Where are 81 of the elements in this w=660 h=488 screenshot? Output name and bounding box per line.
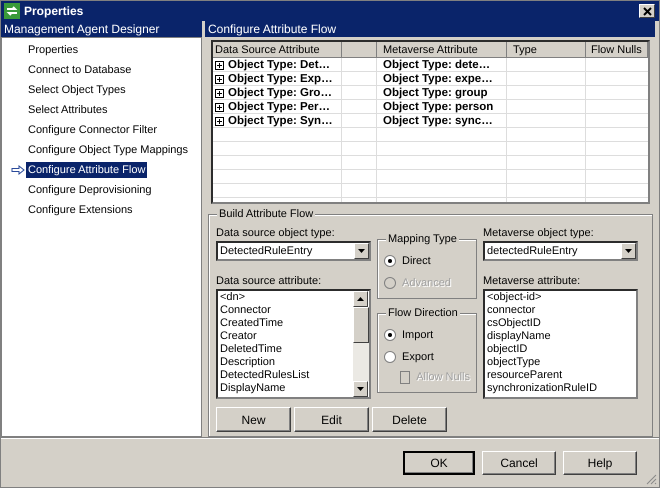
list-item[interactable]: Description — [220, 356, 353, 369]
close-button[interactable] — [639, 4, 655, 18]
radio-label: Export — [402, 351, 434, 363]
radio-button[interactable] — [384, 329, 396, 341]
nav-item[interactable]: Select Object Types — [26, 82, 128, 98]
expand-icon[interactable] — [215, 60, 224, 70]
list-item[interactable]: <object-id> — [487, 291, 636, 304]
table-cell: Object Type: group — [383, 87, 488, 99]
dialog-button[interactable]: Help — [563, 450, 637, 474]
nav-item[interactable]: Configure Deprovisioning — [26, 182, 154, 198]
window-title: Properties — [24, 4, 84, 18]
list-item[interactable]: objectType — [487, 356, 636, 369]
list-item[interactable]: DisplayName — [220, 382, 353, 395]
column-header[interactable]: Type — [507, 42, 586, 58]
table-cell: Object Type: sync… — [383, 115, 493, 127]
action-button[interactable]: Edit — [294, 407, 369, 432]
resize-grip-icon — [646, 474, 657, 485]
list-item[interactable]: CreatedTime — [220, 317, 353, 330]
table-cell: Object Type: Per… — [228, 101, 330, 113]
field-label: Metaverse attribute: — [483, 275, 582, 289]
dropdown-arrow-icon — [357, 387, 364, 391]
list-item[interactable]: DeletedTime — [220, 343, 353, 356]
nav-item[interactable]: Configure Attribute Flow — [26, 162, 148, 178]
panel-header: Configure Attribute Flow — [205, 21, 655, 37]
source-attribute-list[interactable]: <dn> Connector CreatedTime Creator DeletedTime Description DetectedRulesList DisplayName — [216, 289, 371, 399]
list-item[interactable]: objectID — [487, 343, 636, 356]
table-cell: Object Type: person — [383, 101, 494, 113]
expand-icon[interactable] — [215, 102, 224, 112]
list-item[interactable]: csObjectID — [487, 317, 636, 330]
column-header[interactable]: Metaverse Attribute — [377, 42, 507, 58]
arrow-icon — [11, 165, 25, 175]
dialog-button[interactable]: OK — [403, 450, 475, 474]
close-icon — [642, 6, 652, 16]
table-cell: Object Type: Syn… — [228, 115, 333, 127]
list-item[interactable]: displayName — [487, 330, 636, 343]
nav-item[interactable]: Connect to Database — [26, 62, 134, 78]
group-title: Mapping Type — [386, 233, 459, 245]
sidebar-header: Management Agent Designer — [1, 21, 202, 37]
list-item[interactable]: DetectedRulesList — [220, 369, 353, 382]
nav-item[interactable]: Configure Object Type Mappings — [26, 142, 190, 158]
expand-icon[interactable] — [215, 88, 224, 98]
radio-button[interactable] — [384, 255, 396, 267]
arrows-icon — [4, 3, 20, 19]
list-item[interactable]: connector — [487, 304, 636, 317]
action-button[interactable]: Delete — [372, 407, 447, 432]
up-arrow-icon — [357, 297, 364, 301]
table-cell: Object Type: Exp… — [228, 73, 333, 85]
radio-label: Direct — [402, 255, 431, 267]
group-title: Build Attribute Flow — [217, 208, 316, 220]
source-type-dropdown[interactable]: DetectedRuleEntry — [216, 241, 371, 261]
table-cell: Object Type: expe… — [383, 73, 493, 85]
field-label: Data source object type: — [216, 227, 336, 241]
list-item[interactable]: Creator — [220, 330, 353, 343]
column-header[interactable]: Flow Nulls — [586, 42, 648, 58]
table-cell: Object Type: Det… — [228, 59, 330, 71]
nav-item[interactable]: Configure Connector Filter — [26, 122, 160, 138]
nav-item[interactable]: Properties — [26, 42, 80, 58]
metaverse-attribute-list[interactable]: <object-id> connector csObjectID displayName objectID objectType resourceParent synchronizationRuleID — [483, 289, 638, 399]
expand-icon[interactable] — [215, 74, 224, 84]
table-cell: Object Type: Gro… — [228, 87, 332, 99]
field-label: Data source attribute: — [216, 275, 322, 289]
dialog-button[interactable]: Cancel — [482, 450, 556, 474]
metaverse-type-dropdown[interactable]: detectedRuleEntry — [483, 241, 638, 261]
list-item[interactable]: synchronizationRuleID — [487, 382, 636, 395]
dropdown-arrow-icon — [625, 249, 632, 253]
list-item[interactable]: resourceParent — [487, 369, 636, 382]
scrollbar[interactable] — [353, 291, 369, 397]
dropdown-arrow-icon — [358, 249, 365, 253]
radio-label: Import — [402, 329, 434, 341]
radio-button[interactable] — [384, 351, 396, 363]
action-button[interactable]: New — [216, 407, 291, 432]
list-item[interactable]: <dn> — [220, 291, 353, 304]
field-label: Metaverse object type: — [483, 227, 595, 241]
list-item[interactable]: Connector — [220, 304, 353, 317]
group-title: Flow Direction — [386, 307, 460, 319]
column-header[interactable] — [342, 42, 377, 58]
nav-item[interactable]: Select Attributes — [26, 102, 110, 118]
nav-item[interactable]: Configure Extensions — [26, 202, 135, 218]
table-cell: Object Type: dete… — [383, 59, 490, 71]
expand-icon[interactable] — [215, 116, 224, 126]
column-header[interactable]: Data Source Attribute — [213, 42, 342, 58]
